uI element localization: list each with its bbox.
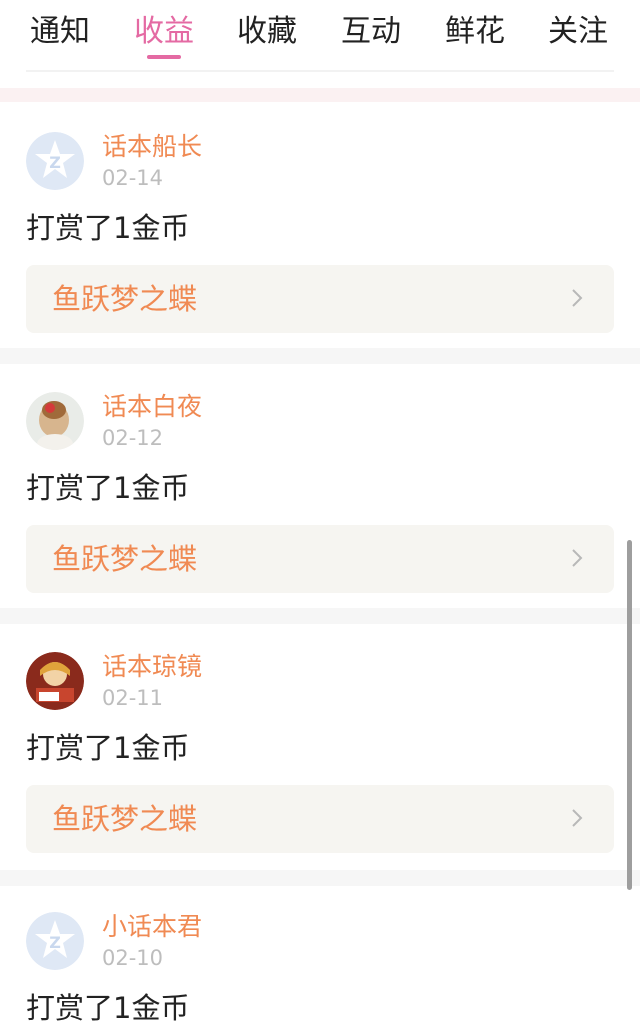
book-title: 鱼跃梦之蝶 [52, 542, 198, 576]
list-item: 话本琼镜 02-11 打赏了1金币 鱼跃梦之蝶 [0, 624, 640, 870]
tab-bar: 通知 收益 收藏 互动 鲜花 关注 [0, 0, 640, 88]
active-tab-indicator [147, 55, 181, 59]
avatar[interactable]: Z [26, 132, 84, 190]
book-title: 鱼跃梦之蝶 [52, 282, 198, 316]
user-photo-icon [26, 392, 84, 450]
default-avatar-icon: Z [26, 912, 84, 970]
book-link[interactable]: 鱼跃梦之蝶 [26, 265, 614, 333]
list-item: Z 小话本君 02-10 打赏了1金币 [0, 886, 640, 1034]
list-item: 话本白夜 02-12 打赏了1金币 鱼跃梦之蝶 [0, 364, 640, 608]
svg-text:Z: Z [49, 933, 61, 952]
avatar[interactable]: Z [26, 912, 84, 970]
scrollbar[interactable] [627, 540, 632, 890]
avatar[interactable] [26, 652, 84, 710]
reward-message: 打赏了1金币 [26, 731, 190, 765]
book-title: 鱼跃梦之蝶 [52, 802, 198, 836]
svg-text:Z: Z [49, 153, 61, 172]
tab-interactions[interactable]: 互动 [326, 12, 416, 52]
book-link[interactable]: 鱼跃梦之蝶 [26, 785, 614, 853]
timestamp: 02-11 [102, 686, 164, 710]
tab-flowers[interactable]: 鲜花 [430, 12, 520, 52]
default-avatar-icon: Z [26, 132, 84, 190]
username[interactable]: 话本船长 [102, 132, 202, 162]
username[interactable]: 话本白夜 [102, 392, 202, 422]
reward-message: 打赏了1金币 [26, 991, 190, 1025]
username[interactable]: 话本琼镜 [102, 652, 202, 682]
reward-message: 打赏了1金币 [26, 211, 190, 245]
username[interactable]: 小话本君 [102, 912, 202, 942]
book-link[interactable]: 鱼跃梦之蝶 [26, 525, 614, 593]
chevron-right-icon [572, 289, 583, 307]
list-item: Z 话本船长 02-14 打赏了1金币 鱼跃梦之蝶 [0, 102, 640, 348]
tab-earnings[interactable]: 收益 [119, 12, 209, 52]
timestamp: 02-10 [102, 946, 164, 970]
section-separator [0, 88, 640, 102]
reward-message: 打赏了1金币 [26, 471, 190, 505]
avatar[interactable] [26, 392, 84, 450]
illustrated-avatar-icon [26, 652, 84, 710]
tab-notifications[interactable]: 通知 [15, 12, 105, 52]
chevron-right-icon [572, 809, 583, 827]
tab-divider [26, 70, 614, 72]
timestamp: 02-14 [102, 166, 164, 190]
tab-favorites[interactable]: 收藏 [222, 12, 312, 52]
chevron-right-icon [572, 549, 583, 567]
timestamp: 02-12 [102, 426, 164, 450]
tab-following[interactable]: 关注 [533, 12, 623, 52]
